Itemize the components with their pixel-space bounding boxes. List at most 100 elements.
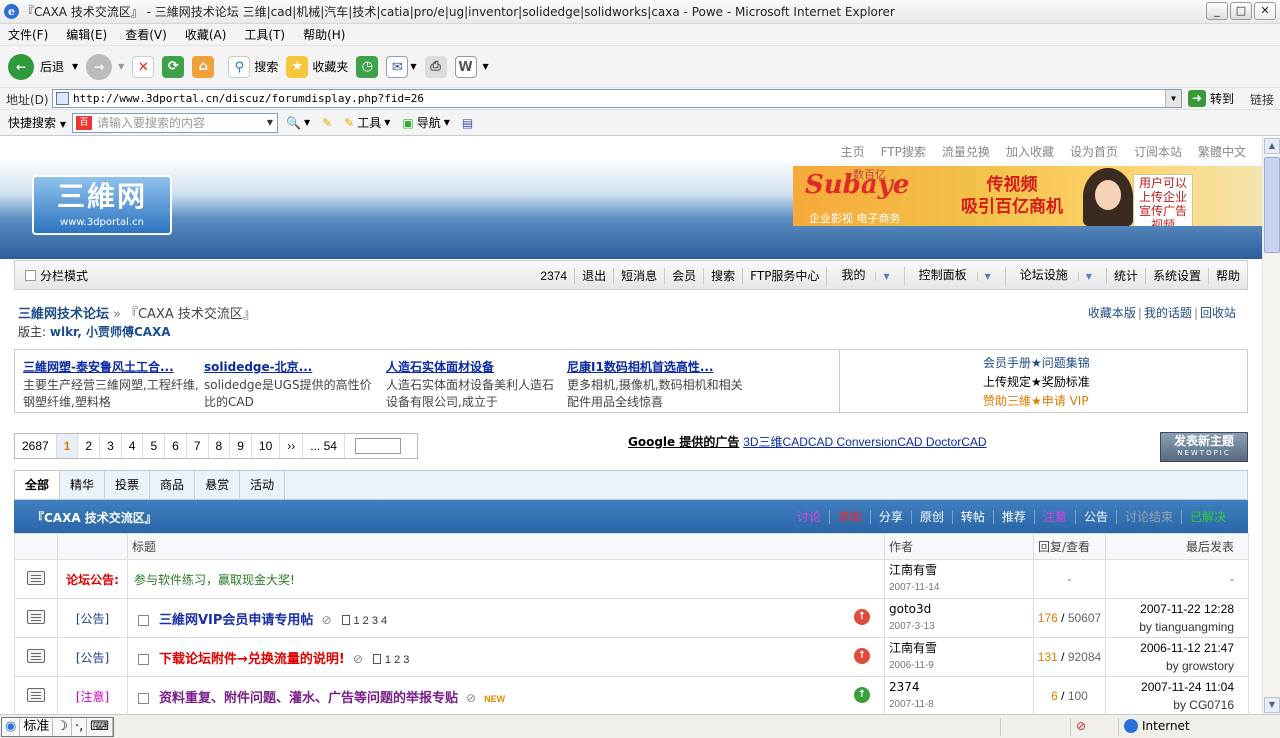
thread-title[interactable]: 下载论坛附件→兑换流量的说明! [159, 652, 345, 667]
manual-link[interactable]: 会员手册★问题集锦 [983, 354, 1090, 373]
edit-button[interactable]: W ▼ [454, 55, 489, 78]
tab-reward[interactable]: 悬赏 [195, 471, 241, 499]
home-button[interactable]: ⌂ [192, 55, 215, 78]
announcement-link[interactable]: 参与软件练习，赢取现金大奖! [127, 559, 885, 599]
scroll-thumb[interactable] [1264, 157, 1280, 253]
toplink-home[interactable]: 主页 [841, 143, 865, 160]
thread-type[interactable]: [注意] [57, 676, 128, 714]
upload-rules-link[interactable]: 上传规定★奖励标准 [983, 373, 1090, 392]
search-dropdown-icon[interactable]: ▼ [263, 114, 277, 132]
ad-item[interactable]: 三維网塑-泰安鲁风土工合... 主要生产经营三維网塑,工程纤维,钢塑纤维,塑料格 [23, 358, 199, 411]
last-post-user[interactable]: CG0716 [1189, 698, 1234, 712]
recycle-bin-link[interactable]: 回收站 [1200, 306, 1236, 320]
page-next[interactable]: ›› [280, 434, 304, 458]
page-link[interactable]: 8 [209, 434, 231, 458]
split-mode-checkbox[interactable] [25, 270, 36, 281]
thread-type[interactable]: [公告] [57, 637, 128, 677]
menu-file[interactable]: 文件(F) [8, 26, 48, 43]
minimize-button[interactable]: _ [1206, 2, 1228, 20]
search-button[interactable]: ⚲ 搜索 [228, 55, 278, 78]
search-go-button[interactable]: 🔍 ▼ [286, 116, 310, 130]
site-logo[interactable]: 三維网 www.3dportal.cn [32, 175, 172, 235]
forum-name[interactable]: 『CAXA 技术交流区』 [32, 509, 157, 526]
tab-goods[interactable]: 商品 [150, 471, 196, 499]
nav-logout[interactable]: 退出 [574, 268, 613, 284]
nav-settings[interactable]: 系统设置 [1144, 268, 1208, 284]
thread-type[interactable]: [公告] [57, 598, 128, 638]
ime-mode[interactable]: 标准 [20, 718, 54, 736]
refresh-button[interactable]: ⟳ [162, 55, 185, 78]
split-mode-toggle[interactable]: 分栏模式 [25, 267, 88, 284]
toplink-set-home[interactable]: 设为首页 [1070, 143, 1118, 160]
thread-author[interactable]: 江南有雪 [889, 641, 937, 655]
address-input[interactable]: http://www.3dportal.cn/discuz/forumdispl… [52, 89, 1182, 108]
privacy-icon[interactable]: ⊘ [1076, 719, 1086, 733]
category-filter[interactable]: 推荐 [992, 510, 1034, 524]
page-link[interactable]: 10 [252, 434, 281, 458]
category-filter[interactable]: 公告 [1074, 510, 1116, 524]
thread-pages[interactable]: 1 2 3 4 [341, 614, 387, 627]
page-link[interactable]: 2 [78, 434, 101, 458]
sponsor-vip-link[interactable]: 赞助三維★申请 VIP [983, 392, 1090, 411]
category-filter[interactable]: 注意 [1033, 510, 1075, 524]
quick-search-input[interactable]: 百 请输入要搜索的内容 ▼ [72, 112, 278, 133]
nav-stats[interactable]: 统计 [1105, 268, 1145, 284]
thread-author[interactable]: goto3d [889, 602, 931, 616]
google-ads-links[interactable]: 3D三维CADCAD ConversionCAD DoctorCAD [743, 435, 986, 449]
category-filter[interactable]: 分享 [869, 510, 911, 524]
links-button[interactable]: 链接 [1250, 91, 1274, 108]
toplink-subscribe[interactable]: 订阅本站 [1134, 143, 1182, 160]
go-button[interactable]: ➜ 转到 [1188, 90, 1234, 107]
moderators-list[interactable]: wlkr, 小贾师傅CAXA [50, 325, 171, 339]
nav-user-id[interactable]: 2374 [533, 268, 574, 284]
menu-edit[interactable]: 编辑(E) [66, 26, 107, 43]
toplink-traditional[interactable]: 繁體中文 [1198, 143, 1246, 160]
highlight-button[interactable]: ✎ [322, 116, 332, 130]
last-post-date[interactable]: 2006-11-12 21:47 [1140, 641, 1234, 655]
forward-dropdown-icon[interactable]: ▼ [118, 62, 124, 71]
thread-checkbox[interactable] [138, 653, 149, 665]
category-filter[interactable]: 求助 [828, 510, 870, 524]
last-post-user[interactable]: tianguangming [1155, 620, 1234, 634]
thread-checkbox[interactable] [138, 692, 149, 704]
tab-poll[interactable]: 投票 [105, 471, 151, 499]
category-filter[interactable]: 已解决 [1180, 510, 1234, 524]
stop-button[interactable]: ✕ [132, 55, 155, 78]
notes-button[interactable]: ▤ [462, 116, 473, 130]
keyboard-icon[interactable]: ⌨ [87, 718, 114, 736]
edit-dropdown-icon[interactable]: ▼ [483, 62, 489, 71]
close-button[interactable]: ✕ [1254, 2, 1276, 20]
menu-view[interactable]: 查看(V) [125, 26, 167, 43]
menu-help[interactable]: 帮助(H) [303, 26, 345, 43]
bookmark-forum-link[interactable]: 收藏本版 [1088, 306, 1136, 320]
page-link[interactable]: 6 [165, 434, 187, 458]
back-button[interactable]: ← 后退 ▼ [8, 53, 78, 80]
nav-search[interactable]: 搜索 [703, 268, 742, 284]
thread-checkbox[interactable] [138, 614, 149, 626]
print-button[interactable]: ⎙ [424, 55, 447, 78]
category-filter[interactable]: 讨论 [789, 510, 829, 524]
back-dropdown-icon[interactable]: ▼ [72, 62, 78, 71]
favorites-button[interactable]: ★ 收藏夹 [286, 55, 348, 78]
mail-dropdown-icon[interactable]: ▼ [410, 62, 416, 71]
breadcrumb-home[interactable]: 三維网技术论坛 [18, 307, 109, 322]
last-post-date[interactable]: 2007-11-22 12:28 [1140, 602, 1234, 616]
history-button[interactable]: ◷ [356, 55, 379, 78]
address-dropdown-icon[interactable]: ▼ [1165, 90, 1181, 107]
nav-facilities[interactable]: 论坛设施 ▼ [1004, 267, 1106, 285]
quick-search-select[interactable]: 快捷搜索 ▼ [8, 114, 66, 131]
page-link[interactable]: 9 [230, 434, 252, 458]
tools-button[interactable]: ✎ 工具 ▼ [344, 114, 390, 131]
page-scrollbar[interactable]: ▲ ▼ [1262, 137, 1280, 714]
scroll-down-icon[interactable]: ▼ [1264, 697, 1280, 713]
maximize-button[interactable]: □ [1230, 2, 1252, 20]
page-link[interactable]: 4 [122, 434, 144, 458]
toplink-traffic[interactable]: 流量兑换 [942, 143, 990, 160]
new-topic-button[interactable]: 发表新主题 NEWTOPIC [1160, 432, 1248, 462]
thread-title[interactable]: 三維网VIP会员申请专用帖 [159, 613, 313, 628]
forward-button[interactable]: → ▼ [86, 53, 124, 80]
tab-activity[interactable]: 活动 [240, 471, 286, 499]
nav-button[interactable]: ▣ 导航 ▼ [402, 114, 450, 131]
category-filter[interactable]: 讨论结束 [1115, 510, 1181, 524]
tab-all[interactable]: 全部 [15, 471, 61, 499]
